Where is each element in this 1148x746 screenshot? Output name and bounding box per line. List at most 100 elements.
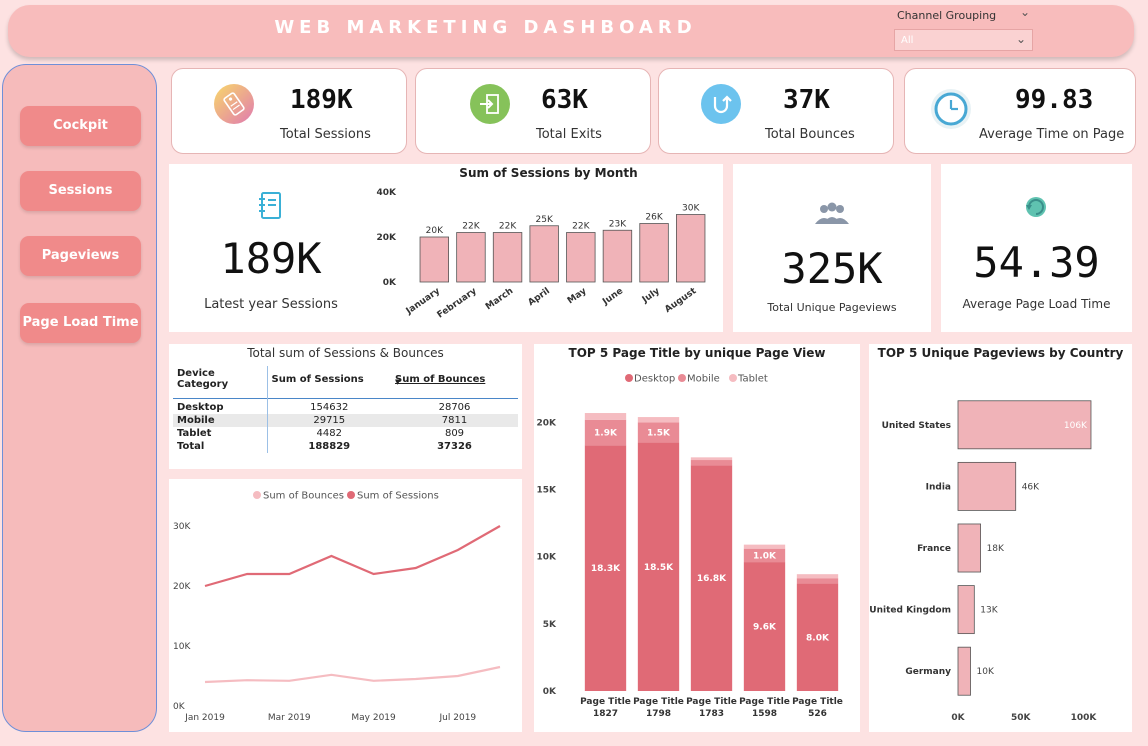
x-tick-label: August: [663, 286, 699, 315]
x-tick-label: April: [526, 286, 551, 308]
top-page-titles-chart: Desktop Mobile Tablet 0K 5K 10K 15K 20K 18.3K 1.9…: [537, 374, 843, 720]
data-label: 9.6K: [753, 623, 777, 633]
x-tick-label: 0K: [951, 713, 965, 723]
chart-title: Sum of Sessions by Month: [459, 166, 638, 180]
kpi-label: Total Sessions: [280, 127, 371, 142]
exit-icon: [470, 84, 510, 124]
chevron-down-icon[interactable]: ⌄: [1020, 5, 1030, 19]
chart-title: TOP 5 Page Title by unique Page View: [568, 346, 826, 360]
data-label: 46K: [1022, 482, 1040, 492]
legend-label: Mobile: [687, 374, 720, 385]
device-table-panel: Total sum of Sessions & Bounces Device C…: [169, 344, 522, 469]
kpi-card-total-sessions: 189K Total Sessions: [171, 68, 407, 154]
users-group-icon: [812, 202, 852, 230]
nav-button-cockpit[interactable]: Cockpit: [20, 106, 141, 146]
table-cell: 809: [444, 428, 465, 439]
clock-icon: [931, 89, 971, 129]
table-cell: 7811: [441, 415, 468, 426]
table-header-sorted[interactable]: Sum of Bounces ▼: [391, 366, 518, 399]
data-label: 10K: [977, 667, 995, 677]
table-cell: Tablet: [177, 428, 212, 439]
page-load-time-label: Average Page Load Time: [962, 297, 1111, 311]
y-tick-label: India: [926, 482, 951, 492]
data-label: 13K: [980, 606, 998, 616]
kpi-card-average-time-on-page: 99.83 Average Time on Page: [904, 68, 1136, 154]
table-cell: Desktop: [177, 402, 224, 413]
x-tick-label: June: [600, 286, 625, 308]
table-total-row: Total 188829 37326: [173, 440, 518, 453]
table-row[interactable]: Mobile 29715 7811: [173, 414, 518, 427]
legend-marker: [678, 374, 686, 382]
data-label: 22K: [572, 222, 590, 232]
channel-grouping-label: Channel Grouping: [897, 9, 997, 22]
table-cell: Total: [177, 441, 205, 452]
chart-title: TOP 5 Unique Pageviews by Country: [877, 346, 1124, 360]
table-cell: 28706: [438, 402, 471, 413]
table-row[interactable]: Tablet 4482 809: [173, 427, 518, 440]
y-tick-label: 40K: [377, 188, 398, 198]
table-header[interactable]: Sum of Sessions: [266, 366, 391, 399]
y-tick-label: United Kingdom: [869, 606, 951, 616]
notebook-icon: [255, 190, 287, 226]
y-tick-label: 30K: [173, 522, 191, 532]
unique-pageviews-value: 325K: [781, 244, 883, 293]
header-bar: WEB MARKETING DASHBOARD Channel Grouping…: [8, 5, 1134, 57]
y-tick-label: 20K: [173, 582, 191, 592]
device-table: Device Category Sum of Sessions Sum of B…: [173, 366, 518, 453]
y-tick-label: 0K: [383, 278, 397, 288]
x-tick-label: 1783: [699, 709, 724, 719]
table-cell: 4482: [266, 427, 391, 440]
latest-year-sessions-value: 189K: [220, 234, 322, 283]
x-tick-label: Page Title: [580, 697, 631, 707]
top-countries-panel: TOP 5 Unique Pageviews by Country United…: [869, 344, 1132, 732]
channel-grouping-select[interactable]: All ⌄: [894, 29, 1033, 51]
table-cell: 188829: [266, 440, 391, 453]
page-load-time-panel: 54.39 Average Page Load Time: [941, 164, 1132, 332]
sidebar: Cockpit Sessions Pageviews Page Load Tim…: [2, 64, 157, 732]
bar: [492, 232, 523, 283]
bar-segment: [743, 544, 786, 549]
page-load-time-value: 54.39: [973, 238, 1100, 287]
x-tick-label: March: [484, 286, 515, 312]
bar-segment: [584, 413, 627, 420]
bar-segment: [690, 457, 733, 461]
nav-button-page-load-time[interactable]: Page Load Time: [20, 303, 141, 343]
bar: [957, 523, 981, 573]
legend-label: Tablet: [737, 374, 768, 385]
y-tick-label: 20K: [537, 418, 558, 428]
x-tick-label: May 2019: [351, 713, 396, 723]
data-label: 1.5K: [647, 429, 671, 439]
refresh-icon: [1023, 194, 1049, 224]
bar: [602, 229, 633, 283]
x-tick-label: 1827: [593, 709, 618, 719]
data-label: 26K: [645, 213, 663, 223]
x-tick-label: 1598: [752, 709, 777, 719]
bar-segment: [690, 460, 733, 466]
nav-button-sessions[interactable]: Sessions: [20, 171, 141, 211]
bar: [456, 232, 486, 283]
legend-label: Sum of Sessions: [357, 491, 439, 502]
table-row[interactable]: Desktop 154632 28706: [173, 398, 518, 414]
tag-icon: [214, 84, 254, 124]
data-label: 18.3K: [591, 564, 621, 574]
legend-marker: [729, 374, 737, 382]
table-cell: 154632: [266, 398, 391, 414]
nav-button-pageviews[interactable]: Pageviews: [20, 236, 141, 276]
x-tick-label: May: [566, 286, 589, 306]
dashboard-title: WEB MARKETING DASHBOARD: [274, 17, 697, 38]
table-cell: 29715: [266, 414, 391, 427]
kpi-label: Total Exits: [536, 127, 602, 142]
x-tick-label: 100K: [1071, 713, 1098, 723]
x-tick-label: February: [436, 286, 479, 320]
bar-segment: [637, 417, 680, 423]
data-label: 23K: [609, 219, 627, 229]
legend-marker: [253, 491, 261, 499]
x-tick-label: Page Title: [686, 697, 737, 707]
y-tick-label: France: [917, 544, 951, 554]
legend-label: Desktop: [634, 374, 675, 385]
data-label: 1.9K: [594, 429, 618, 439]
latest-year-sessions-label: Latest year Sessions: [204, 297, 338, 312]
table-cell: Mobile: [177, 415, 215, 426]
table-header[interactable]: Device Category: [173, 366, 267, 399]
kpi-label: Total Bounces: [765, 127, 855, 142]
